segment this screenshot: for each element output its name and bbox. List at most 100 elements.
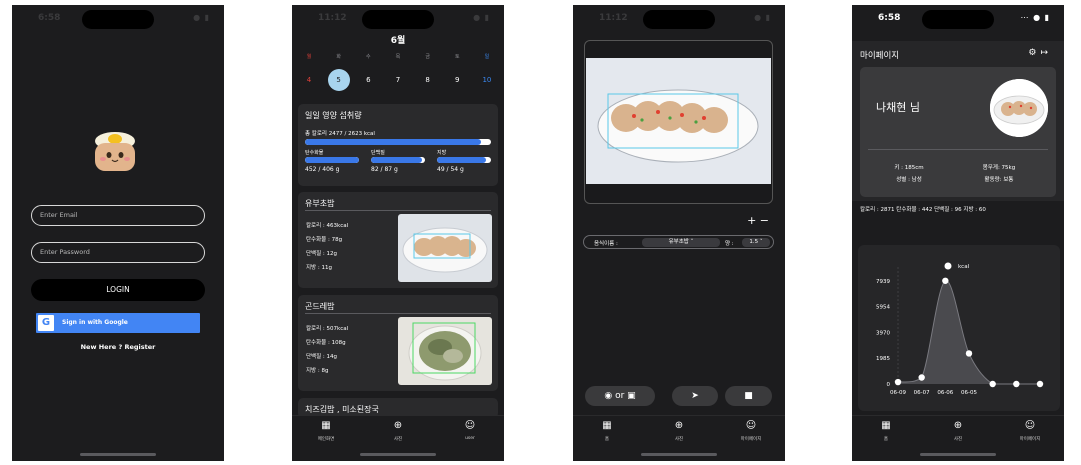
email-field[interactable]: Enter Email [31,205,205,226]
date-cell[interactable]: 7 [387,69,409,91]
gallery-icon: ▣ [627,391,636,401]
x-tick-label: 06-06 [937,390,953,396]
sex-stat: 성별 : 남성 [896,177,922,183]
plus-circle-icon: ⊕ [674,420,684,431]
dynamic-island [643,10,715,29]
date-cell[interactable]: 9 [446,69,468,91]
food-select-row: 음식이름 : 유부초밥 ˅ 양 : 1.5 ˅ [583,235,774,249]
meal-calorie: 칼로리 : 507kcal [306,326,349,332]
intake-title: 일일 영양 섭취량 [305,111,362,120]
food-name-label: 음식이름 : [594,241,618,247]
header-actions: ⚙↦ [1028,48,1052,58]
meal-fat: 지방 : 8g [306,368,329,374]
fat-value: 49 / 54 g [437,166,464,173]
weekday-label: 화 [336,54,341,60]
login-button[interactable]: LOGIN [31,279,205,301]
wifi-battery-icon: ● ▮ [193,13,210,22]
zoom-controls[interactable]: + − [747,214,769,227]
logout-icon[interactable]: ↦ [1040,48,1052,58]
y-tick-label: 1985 [876,356,890,362]
tab-photo[interactable]: ⊕ 사진 [928,420,988,442]
tab-main[interactable]: ▦ 메인화면 [296,420,356,442]
date-cell[interactable]: 4 [298,69,320,91]
data-point [1036,380,1044,388]
register-link[interactable]: New Here ? Register [12,343,224,351]
calendar-icon: ▦ [321,420,331,431]
tab-mypage[interactable]: ☺ 마이페이지 [1000,420,1060,442]
password-field[interactable]: Enter Password [31,242,205,263]
status-bar: 11:12 ● ▮ [292,5,504,35]
mypage-screen: 6:58 ⋯ ● ▮ 마이페이지 ⚙↦ 나채현 님 키 : 185cm 몸무게:… [852,5,1064,461]
protein-value: 82 / 87 g [371,166,398,173]
google-signin-button[interactable]: G Sign in with Google [36,313,200,333]
dynamic-island [362,10,434,29]
save-button[interactable]: ■ [725,386,772,406]
weight-stat: 몸무게: 75kg [982,165,1016,171]
series-area [898,280,1040,384]
data-point [942,277,949,284]
weekday-row: 월 화 수 목 금 토 일 [298,53,498,60]
tab-home[interactable]: ▦ 홈 [577,420,637,442]
meal-card[interactable]: 곤드레밥 칼로리 : 507kcal 탄수화물 : 108g 단백질 : 14g… [298,295,498,391]
date-row: 4 5 6 7 8 9 10 [298,69,498,91]
dynamic-island [922,10,994,29]
total-calorie-fill [305,139,481,145]
carb-label: 탄수화물 [305,150,324,156]
plus-circle-icon: ⊕ [393,420,403,431]
calendar-icon: ▦ [602,420,612,431]
status-bar: 6:58 ● ▮ [12,5,224,35]
tab-user[interactable]: ☺ user [440,420,500,441]
activity-stat: 활동량: 보통 [984,177,1014,183]
tab-bar: ▦ 메인화면 ⊕ 사진 ☺ user [292,415,504,449]
divider [868,149,1048,150]
quantity-value: 1.5 [749,239,759,245]
y-tick-label: 0 [887,382,891,388]
chevron-down-icon: ˅ [690,239,694,245]
status-bar: 11:12 ● ▮ [573,5,785,35]
plus-circle-icon: ⊕ [953,420,963,431]
date-cell[interactable]: 6 [357,69,379,91]
date-cell-selected[interactable]: 5 [327,69,350,91]
gondre-rice-photo [398,317,492,385]
date-cell[interactable]: 10 [476,69,498,91]
weekday-label: 토 [454,54,460,60]
status-time: 11:12 [318,13,347,23]
status-time: 11:12 [599,13,628,23]
save-icon: ■ [744,391,753,401]
tab-photo[interactable]: ⊕ 사진 [368,420,428,442]
wifi-battery-icon: ● ▮ [754,13,771,22]
tab-label: 사진 [393,437,403,442]
wifi-battery-icon: ● ▮ [473,13,490,22]
quantity-select[interactable]: 1.5 ˅ [742,238,770,247]
data-point [918,374,925,381]
chevron-down-icon: ˅ [759,239,763,245]
carb-value: 452 / 406 g [305,166,340,173]
send-button[interactable]: ➤ [672,386,718,406]
weekday-label: 일 [484,54,490,60]
weekday-label: 월 [306,54,312,60]
carb-bar [305,157,359,163]
tab-label: user [465,436,475,441]
camera-or-gallery-button[interactable]: ◉ or ▣ [585,386,655,406]
y-tick-label: 5954 [876,305,890,311]
weekday-label: 목 [395,54,401,60]
food-name-select[interactable]: 유부초밥 ˅ [642,238,720,247]
google-signin-label: Sign in with Google [62,319,128,326]
meal-name: 유부초밥 [305,199,335,208]
month-title: 6월 [390,36,406,46]
avatar [990,79,1048,137]
divider [305,313,491,314]
tab-home[interactable]: ▦ 홈 [856,420,916,442]
data-point [894,378,902,386]
tab-label: 홈 [883,437,889,442]
user-circle-icon: ☺ [464,420,476,431]
tab-mypage[interactable]: ☺ 마이페이지 [721,420,781,442]
meal-card[interactable]: 유부초밥 칼로리 : 463kcal 탄수화물 : 78g 단백질 : 12g … [298,192,498,288]
fat-bar [437,157,491,163]
gear-icon[interactable]: ⚙ [1028,48,1040,58]
tab-photo[interactable]: ⊕ 사진 [649,420,709,442]
wifi-battery-icon: ⋯ ● ▮ [1020,13,1050,22]
date-cell[interactable]: 8 [417,69,439,91]
calendar-screen: 11:12 ● ▮ 6월 월 화 수 목 금 토 일 4 5 6 7 8 9 1… [292,5,504,461]
legend-label: kcal [958,264,970,270]
